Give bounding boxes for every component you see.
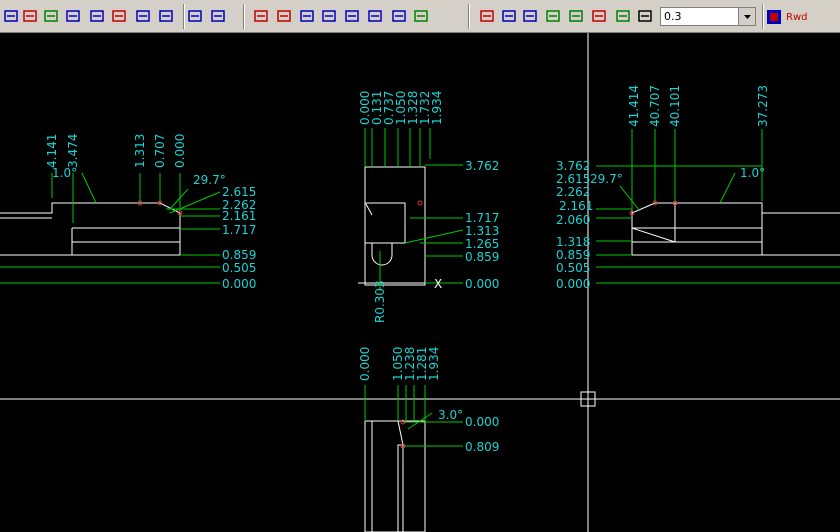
- center-dim-right-5: 0.000: [465, 277, 499, 291]
- left-dim-top-0: 4.141: [45, 134, 59, 168]
- angle-icon[interactable]: [636, 6, 654, 26]
- dim-blue-3-icon[interactable]: [343, 6, 361, 26]
- bottom-dim-right-0: 0.000: [465, 415, 499, 429]
- dim-red-1-icon[interactable]: [275, 6, 293, 26]
- dim-ne2-icon[interactable]: [157, 6, 175, 26]
- left-dim-right-6: 0.000: [222, 277, 256, 291]
- center-radius: R0.303: [373, 280, 387, 323]
- snap-red-icon[interactable]: [478, 6, 496, 26]
- center-dim-right-2: 1.313: [465, 224, 499, 238]
- center-axis-x: X: [434, 277, 442, 291]
- zoom-window-icon[interactable]: [186, 6, 204, 26]
- left-view: [0, 202, 181, 256]
- dim-blue-4-icon[interactable]: [366, 6, 384, 26]
- check-icon[interactable]: [614, 6, 632, 26]
- dim-stack-icon[interactable]: [64, 6, 82, 26]
- right-angle: 1.0°: [740, 166, 765, 180]
- left-dim-right-5: 0.505: [222, 261, 256, 275]
- right-angle-2: 29.7°: [590, 172, 623, 186]
- dim-aligned-icon[interactable]: [110, 6, 128, 26]
- bottom-dim-top-4: 1.934: [427, 347, 441, 381]
- dim-blue-2-icon[interactable]: [320, 6, 338, 26]
- center-view-points: [417, 200, 423, 206]
- center-view-dims: [364, 128, 464, 291]
- snap-grid-icon[interactable]: [500, 6, 518, 26]
- rwd-label: Rwd: [786, 11, 808, 23]
- bottom-dim-top-0: 0.000: [358, 347, 372, 381]
- left-dim-top-2: 1.313: [133, 134, 147, 168]
- center-dim-right-3: 1.265: [465, 237, 499, 251]
- right-dim-top-3: 37.273: [756, 85, 770, 127]
- edit-dim-icon[interactable]: [252, 6, 270, 26]
- combo-value: 0.3: [664, 10, 682, 23]
- rwd-icon: [767, 10, 781, 24]
- dim-angled-icon[interactable]: [21, 6, 39, 26]
- drawing-canvas[interactable]: 4.141 3.474 1.313 0.707 0.000 1.0° 29.7°…: [0, 33, 840, 532]
- bottom-view-points: [400, 419, 406, 449]
- left-angle: 1.0°: [52, 166, 77, 180]
- right-view: [631, 202, 840, 256]
- left-dim-right-3: 1.717: [222, 223, 256, 237]
- left-dim-top-3: 0.707: [153, 134, 167, 168]
- snap-mid-icon[interactable]: [521, 6, 539, 26]
- center-dim-right-4: 0.859: [465, 250, 499, 264]
- right-dim-left-7: 0.505: [556, 261, 590, 275]
- left-dim-top-4: 0.000: [173, 134, 187, 168]
- dim-horizontal-icon[interactable]: [88, 6, 106, 26]
- right-dim-left-0: 3.762: [556, 159, 590, 173]
- right-dim-top-0: 41.414: [627, 85, 641, 127]
- right-dim-left-1: 2.615: [556, 172, 590, 186]
- right-view-dims: [596, 129, 840, 284]
- left-dim-top-1: 3.474: [66, 134, 80, 168]
- right-dim-left-3: 2.161: [559, 199, 593, 213]
- zoom-extents-icon[interactable]: [209, 6, 227, 26]
- bottom-view: [364, 420, 426, 532]
- right-dim-top-2: 40.101: [668, 85, 682, 127]
- lines-icon[interactable]: [567, 6, 585, 26]
- bottom-angle: 3.0°: [438, 408, 463, 422]
- toolbar-separator: [468, 4, 470, 29]
- toolbar-separator: [243, 4, 245, 29]
- right-dim-left-5: 1.318: [556, 235, 590, 249]
- dim-point-icon[interactable]: [42, 6, 60, 26]
- right-dim-left-6: 0.859: [556, 248, 590, 262]
- dim-vertical-icon[interactable]: [2, 6, 20, 26]
- center-dim-top-6: 1.934: [430, 91, 444, 125]
- left-dim-right-2: 2.161: [222, 209, 256, 223]
- chevron-down-icon[interactable]: [738, 8, 755, 25]
- toolbar-separator: [762, 4, 764, 29]
- left-angle-2: 29.7°: [193, 173, 226, 187]
- curve-icon[interactable]: [544, 6, 562, 26]
- left-dim-right-0: 2.615: [222, 185, 256, 199]
- bottom-dim-right-1: 0.809: [465, 440, 499, 454]
- toolbar-separator: [183, 4, 185, 29]
- dim-ne-icon[interactable]: [134, 6, 152, 26]
- center-dim-right-0: 3.762: [465, 159, 499, 173]
- right-dim-left-8: 0.000: [556, 277, 590, 291]
- color-dim-icon[interactable]: [590, 6, 608, 26]
- dim-blue-1-icon[interactable]: [298, 6, 316, 26]
- center-view: [358, 166, 426, 286]
- value-combo[interactable]: 0.3: [660, 7, 756, 26]
- right-dim-top-1: 40.707: [648, 85, 662, 127]
- center-dim-right-1: 1.717: [465, 211, 499, 225]
- rwd-button[interactable]: Rwd: [766, 6, 814, 28]
- right-dim-left-2: 2.262: [556, 185, 590, 199]
- dim-blue-5-icon[interactable]: [390, 6, 408, 26]
- dim-green-icon[interactable]: [412, 6, 430, 26]
- right-dim-left-4: 2.060: [556, 213, 590, 227]
- toolbar: 0.3 Rwd: [0, 0, 840, 33]
- left-dim-right-4: 0.859: [222, 248, 256, 262]
